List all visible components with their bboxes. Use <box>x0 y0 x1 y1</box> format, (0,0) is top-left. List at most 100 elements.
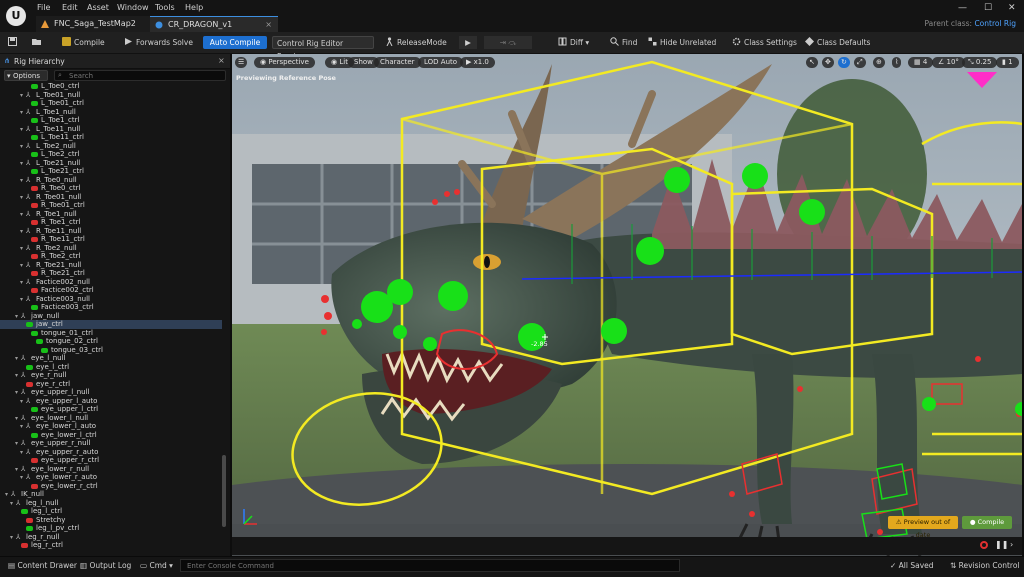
select-tool-icon[interactable]: ↖ <box>806 57 818 68</box>
class-settings-button[interactable]: Class Settings <box>732 36 797 49</box>
null-icon: ⅄ <box>11 490 16 498</box>
control-icon <box>26 381 33 387</box>
release-mode-label: ReleaseMode <box>397 38 447 47</box>
find-button[interactable]: Find <box>610 36 637 49</box>
control-icon <box>31 288 38 293</box>
null-icon: ⅄ <box>26 209 31 218</box>
forwards-solve-icon <box>125 38 132 45</box>
control-icon <box>31 237 38 242</box>
class-defaults-button[interactable]: Class Defaults <box>805 36 870 49</box>
search-input[interactable] <box>54 70 226 81</box>
maximize-button[interactable]: ☐ <box>984 3 992 13</box>
step-icons: ⇥ ⤼ <box>499 38 517 47</box>
forwards-solve-button[interactable]: Forwards Solve <box>124 36 193 49</box>
compile-button[interactable]: Compile <box>62 36 105 49</box>
minimize-button[interactable]: — <box>958 3 967 13</box>
grid-snap-button[interactable]: ▦ 4 <box>908 57 934 68</box>
surface-snap-icon[interactable]: ⌇ <box>892 57 902 68</box>
angle-snap-button[interactable]: ∠ 10° <box>932 57 965 68</box>
unreal-logo-icon[interactable]: U <box>6 6 26 26</box>
null-icon: ⅄ <box>21 388 26 396</box>
lod-button[interactable]: LOD Auto <box>418 57 464 68</box>
world-space-icon[interactable]: ⊕ <box>873 57 885 68</box>
control-icon <box>41 347 48 353</box>
scrollbar[interactable] <box>222 455 226 527</box>
control-icon <box>26 526 33 531</box>
preview-mode-dropdown[interactable]: Control Rig Editor Preview ▾ <box>272 36 374 61</box>
revision-control-label: Revision Control <box>958 561 1020 570</box>
preview-label: Previewing Reference Pose <box>236 74 336 82</box>
viewport-menu-button[interactable]: ☰ <box>235 57 248 68</box>
release-mode-icon <box>386 37 393 46</box>
tab-level[interactable]: FNC_Saga_TestMap2 <box>36 16 162 32</box>
close-icon[interactable]: × <box>218 56 225 65</box>
diff-button[interactable]: Diff ▾ <box>558 36 589 49</box>
release-mode-button[interactable]: ReleaseMode <box>385 36 447 49</box>
play-rate-button[interactable]: ▶ x1.0 <box>460 57 495 68</box>
menu-asset[interactable]: Asset <box>87 3 109 12</box>
tab-control-rig[interactable]: CR_DRAGON_v1 × <box>150 16 278 33</box>
control-icon <box>26 364 33 370</box>
hide-unrelated-button[interactable]: Hide Unrelated <box>648 36 716 49</box>
viewport-compile-label: Compile <box>977 518 1005 526</box>
null-icon: ⅄ <box>26 422 31 430</box>
close-window-button[interactable]: ✕ <box>1008 3 1016 13</box>
cmd-dropdown[interactable]: ▭ Cmd ▾ <box>140 561 173 570</box>
perspective-label: Perspective <box>268 58 309 66</box>
hierarchy-tree[interactable]: L_Toe0_ctrl ▾ ⅄ L_Toe01_null L_Toe01_ctrl ▾ ⅄ L… <box>0 82 222 554</box>
scale-tool-icon[interactable]: ⤢ <box>854 57 866 68</box>
play-button[interactable]: ▶ <box>459 36 477 49</box>
control-icon <box>31 305 38 310</box>
chevron-right-icon[interactable]: › <box>1010 540 1013 549</box>
record-icon[interactable] <box>980 541 988 549</box>
viewport-compile-button[interactable]: ● Compile <box>962 516 1012 529</box>
pause-icon[interactable]: ❚❚ <box>995 540 1008 549</box>
move-tool-icon[interactable]: ✥ <box>822 57 834 68</box>
revision-control-button[interactable]: ⇅ Revision Control <box>950 561 1020 570</box>
control-icon <box>26 322 33 327</box>
viewport-scene[interactable] <box>232 54 1022 556</box>
gear-icon <box>732 37 741 46</box>
perspective-button[interactable]: ◉ Perspective <box>254 57 315 68</box>
control-icon <box>31 169 38 174</box>
menu-window[interactable]: Window <box>117 3 149 12</box>
cmd-label: Cmd <box>149 561 167 570</box>
hide-unrelated-label: Hide Unrelated <box>660 38 717 47</box>
auto-compile-label: Auto Compile <box>209 38 261 47</box>
all-saved-indicator[interactable]: ✓ All Saved <box>890 561 934 570</box>
browse-icon[interactable] <box>32 36 44 49</box>
null-icon: ⅄ <box>26 473 31 481</box>
auto-compile-button[interactable]: Auto Compile <box>203 36 267 49</box>
options-dropdown[interactable]: ▾ Options <box>4 70 48 81</box>
rotate-tool-icon[interactable]: ↻ <box>838 57 850 68</box>
grid-snap-value: 4 <box>922 58 928 66</box>
console-command-input[interactable] <box>180 559 680 572</box>
camera-speed-button[interactable]: ▮ 1 <box>996 57 1019 68</box>
scale-snap-button[interactable]: ⤡ 0.25 <box>962 57 998 68</box>
null-icon: ⅄ <box>26 192 31 201</box>
null-icon: ⅄ <box>16 532 21 541</box>
output-log-button[interactable]: ▥ Output Log <box>80 561 131 570</box>
dragon-rear-leg <box>872 354 922 534</box>
menu-file[interactable]: File <box>37 3 50 12</box>
debug-controls[interactable]: ⇥ ⤼ <box>484 36 532 49</box>
value-readout: -2.85 <box>531 340 548 348</box>
character-label: Character <box>380 58 415 66</box>
menu-tools[interactable]: Tools <box>155 3 175 12</box>
close-icon[interactable]: × <box>265 17 272 33</box>
null-icon: ⅄ <box>21 354 26 362</box>
null-icon: ⅄ <box>26 175 31 184</box>
control-icon <box>21 543 28 548</box>
menu-help[interactable]: Help <box>185 3 203 12</box>
control-icon <box>31 254 38 259</box>
viewport[interactable] <box>232 54 1022 556</box>
null-icon: ⅄ <box>26 277 31 286</box>
tree-row[interactable]: leg_r_ctrl <box>0 541 222 550</box>
content-drawer-button[interactable]: ▤ Content Drawer <box>8 561 77 570</box>
character-button[interactable]: Character <box>374 57 421 68</box>
menu-edit[interactable]: Edit <box>62 3 78 12</box>
save-icon[interactable] <box>8 36 20 49</box>
preview-out-of-date-banner: ⚠ Preview out of date <box>888 516 958 539</box>
parent-class-value[interactable]: Control Rig <box>974 19 1016 28</box>
control-icon <box>31 432 38 438</box>
